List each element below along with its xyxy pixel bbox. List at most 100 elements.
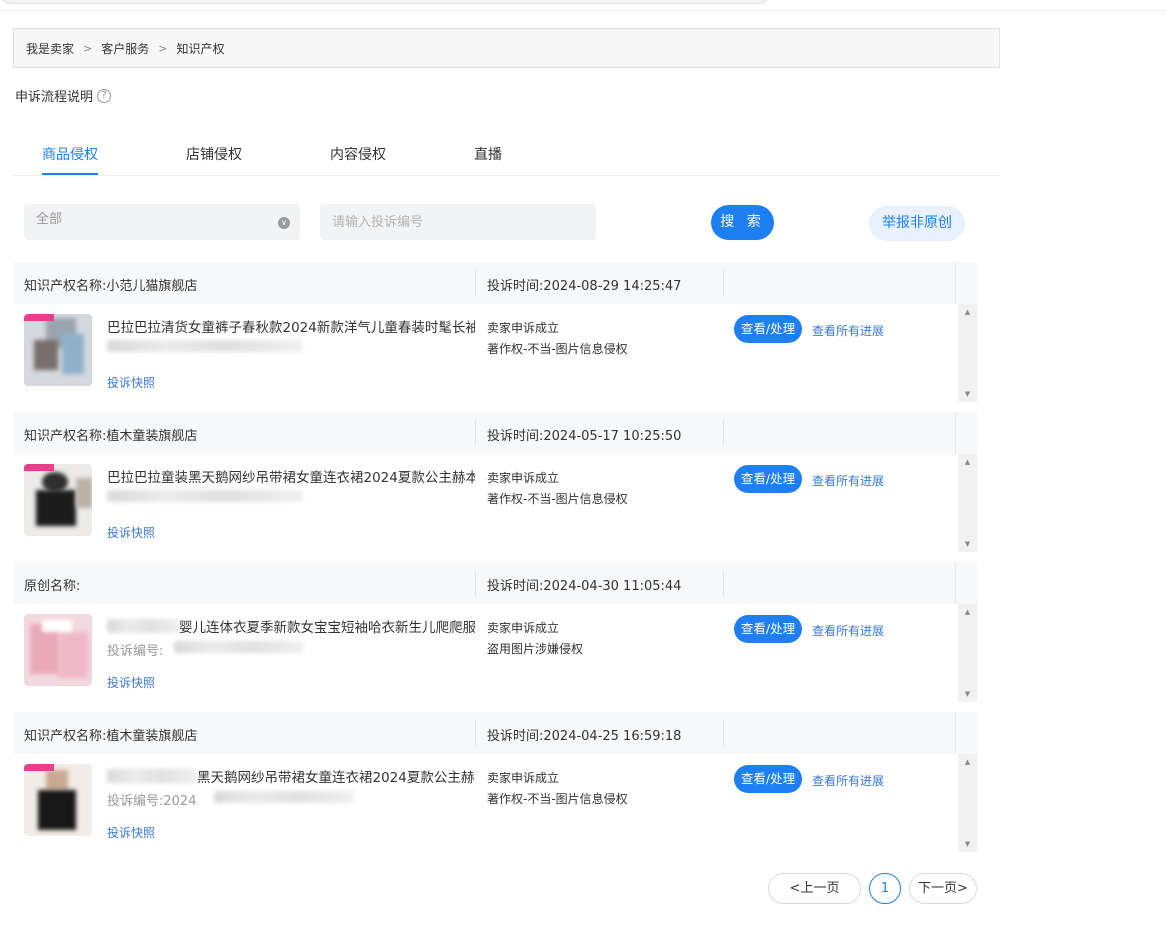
product-thumbnail[interactable] bbox=[24, 464, 92, 536]
active-tab-indicator bbox=[42, 173, 98, 175]
product-title: 婴儿连体衣夏季新款女宝宝短袖哈衣新生儿爬爬服公主 bbox=[179, 620, 475, 636]
complaint-snapshot-link[interactable]: 投诉快照 bbox=[107, 824, 155, 841]
view-process-button[interactable]: 查看/处理 bbox=[734, 465, 802, 493]
help-label: 申诉流程说明 bbox=[15, 90, 94, 105]
complaint-reason: 著作权-不当-图片信息侵权 bbox=[487, 792, 628, 806]
breadcrumb-customer-service[interactable]: 客户服务 bbox=[101, 40, 149, 57]
divider bbox=[955, 412, 956, 454]
scroll-up-arrow-icon[interactable]: ▲ bbox=[958, 607, 977, 617]
divider bbox=[475, 720, 476, 746]
breadcrumb-separator: > bbox=[83, 41, 93, 55]
divider bbox=[723, 270, 724, 296]
ip-owner-name: 知识产权名称:植木童装旗舰店 bbox=[24, 429, 198, 444]
complaint-number-input[interactable] bbox=[320, 204, 596, 240]
ip-owner-name: 知识产权名称:小范儿猫旗舰店 bbox=[24, 279, 198, 294]
redacted-complaint-number bbox=[107, 490, 303, 502]
complaint-item: 知识产权名称:植木童装旗舰店 投诉时间:2024-04-25 16:59:18 … bbox=[14, 712, 977, 852]
view-all-progress-link[interactable]: 查看所有进展 bbox=[812, 622, 884, 639]
top-address-bar bbox=[0, 0, 770, 4]
tab-product-infringement[interactable]: 商品侵权 bbox=[42, 144, 98, 164]
scroll-up-arrow-icon[interactable]: ▲ bbox=[958, 757, 977, 767]
scrollbar[interactable]: ▲ ▼ bbox=[958, 304, 977, 402]
view-process-button[interactable]: 查看/处理 bbox=[734, 765, 802, 793]
complaint-status: 卖家申诉成立 bbox=[487, 321, 560, 335]
complaint-time: 投诉时间:2024-04-30 11:05:44 bbox=[487, 579, 682, 594]
view-process-button[interactable]: 查看/处理 bbox=[734, 315, 802, 343]
breadcrumb-seller[interactable]: 我是卖家 bbox=[26, 40, 74, 57]
divider bbox=[955, 262, 956, 304]
complaint-time: 投诉时间:2024-04-25 16:59:18 bbox=[487, 729, 682, 744]
complaint-number: 投诉编号:2024 bbox=[107, 794, 197, 809]
question-circle-icon[interactable]: ? bbox=[97, 88, 112, 103]
scroll-up-arrow-icon[interactable]: ▲ bbox=[958, 307, 977, 317]
complaint-item: 知识产权名称:小范儿猫旗舰店 投诉时间:2024-08-29 14:25:47 … bbox=[14, 262, 977, 402]
scrollbar[interactable]: ▲ ▼ bbox=[958, 454, 977, 552]
tab-shop-infringement[interactable]: 店铺侵权 bbox=[186, 144, 242, 164]
scroll-down-arrow-icon[interactable]: ▼ bbox=[958, 689, 977, 699]
product-thumbnail[interactable] bbox=[24, 764, 92, 836]
original-owner-name: 原创名称: bbox=[24, 579, 81, 594]
appeal-process-help[interactable]: 申诉流程说明 ? bbox=[15, 86, 112, 105]
complaint-time: 投诉时间:2024-08-29 14:25:47 bbox=[487, 279, 682, 294]
divider bbox=[723, 420, 724, 446]
complaint-status: 卖家申诉成立 bbox=[487, 471, 560, 485]
scroll-down-arrow-icon[interactable]: ▼ bbox=[958, 389, 977, 399]
scrollbar[interactable]: ▲ ▼ bbox=[958, 604, 977, 702]
complaint-item: 知识产权名称:植木童装旗舰店 投诉时间:2024-05-17 10:25:50 … bbox=[14, 412, 977, 552]
promo-tag bbox=[24, 764, 54, 771]
scrollbar[interactable]: ▲ ▼ bbox=[958, 754, 977, 852]
complaint-item: 原创名称: 投诉时间:2024-04-30 11:05:44 婴儿连体衣夏季新款… bbox=[14, 562, 977, 702]
scroll-up-arrow-icon[interactable]: ▲ bbox=[958, 457, 977, 467]
redacted-title-prefix bbox=[107, 769, 197, 783]
divider bbox=[475, 270, 476, 296]
complaint-header: 原创名称: 投诉时间:2024-04-30 11:05:44 bbox=[14, 562, 977, 604]
product-title: 巴拉巴拉清货女童裤子春秋款2024新款洋气儿童春装时髦长袖 bbox=[107, 320, 475, 336]
divider bbox=[723, 570, 724, 596]
complaint-header: 知识产权名称:植木童装旗舰店 投诉时间:2024-05-17 10:25:50 bbox=[14, 412, 977, 454]
search-button[interactable]: 搜 索 bbox=[711, 205, 774, 240]
divider bbox=[723, 720, 724, 746]
scroll-down-arrow-icon[interactable]: ▼ bbox=[958, 839, 977, 849]
redacted-title-prefix bbox=[107, 619, 179, 633]
divider bbox=[475, 420, 476, 446]
complaint-reason: 著作权-不当-图片信息侵权 bbox=[487, 492, 628, 506]
view-process-button[interactable]: 查看/处理 bbox=[734, 615, 802, 643]
complaint-number: 投诉编号: bbox=[107, 644, 164, 659]
breadcrumb-ip[interactable]: 知识产权 bbox=[176, 40, 224, 57]
redacted-complaint-number bbox=[107, 340, 303, 352]
product-thumbnail[interactable] bbox=[24, 614, 92, 686]
breadcrumb: 我是卖家 > 客户服务 > 知识产权 bbox=[13, 28, 1000, 68]
complaint-status: 卖家申诉成立 bbox=[487, 771, 560, 785]
divider bbox=[475, 570, 476, 596]
complaint-header: 知识产权名称:植木童装旗舰店 投诉时间:2024-04-25 16:59:18 bbox=[14, 712, 977, 754]
complaint-reason: 著作权-不当-图片信息侵权 bbox=[487, 342, 628, 356]
complaint-time: 投诉时间:2024-05-17 10:25:50 bbox=[487, 429, 682, 444]
divider bbox=[955, 562, 956, 604]
view-all-progress-link[interactable]: 查看所有进展 bbox=[812, 472, 884, 489]
scroll-down-arrow-icon[interactable]: ▼ bbox=[958, 539, 977, 549]
prev-page-button[interactable]: <上一页 bbox=[768, 873, 861, 904]
complaint-status: 卖家申诉成立 bbox=[487, 621, 560, 635]
complaint-header: 知识产权名称:小范儿猫旗舰店 投诉时间:2024-08-29 14:25:47 bbox=[14, 262, 977, 304]
status-select[interactable]: 全部 ∨ bbox=[24, 204, 300, 240]
complaint-snapshot-link[interactable]: 投诉快照 bbox=[107, 524, 155, 541]
redacted-complaint-number bbox=[214, 791, 354, 803]
chevron-down-icon: ∨ bbox=[278, 217, 290, 229]
page-number-current[interactable]: 1 bbox=[869, 873, 901, 904]
view-all-progress-link[interactable]: 查看所有进展 bbox=[812, 322, 884, 339]
complaint-snapshot-link[interactable]: 投诉快照 bbox=[107, 674, 155, 691]
report-non-original-button[interactable]: 举报非原创 bbox=[869, 206, 965, 241]
top-strip bbox=[0, 0, 1166, 11]
tab-live[interactable]: 直播 bbox=[474, 144, 502, 164]
product-title: 黑天鹅网纱吊带裙女童连衣裙2024夏款公主赫本 bbox=[197, 770, 475, 786]
status-select-value: 全部 bbox=[36, 212, 63, 227]
product-thumbnail[interactable] bbox=[24, 314, 92, 386]
next-page-button[interactable]: 下一页> bbox=[909, 873, 977, 904]
tab-content-infringement[interactable]: 内容侵权 bbox=[330, 144, 386, 164]
divider bbox=[955, 712, 956, 754]
breadcrumb-separator: > bbox=[158, 41, 168, 55]
view-all-progress-link[interactable]: 查看所有进展 bbox=[812, 772, 884, 789]
complaint-snapshot-link[interactable]: 投诉快照 bbox=[107, 374, 155, 391]
promo-tag bbox=[24, 314, 54, 321]
promo-tag bbox=[24, 464, 54, 471]
